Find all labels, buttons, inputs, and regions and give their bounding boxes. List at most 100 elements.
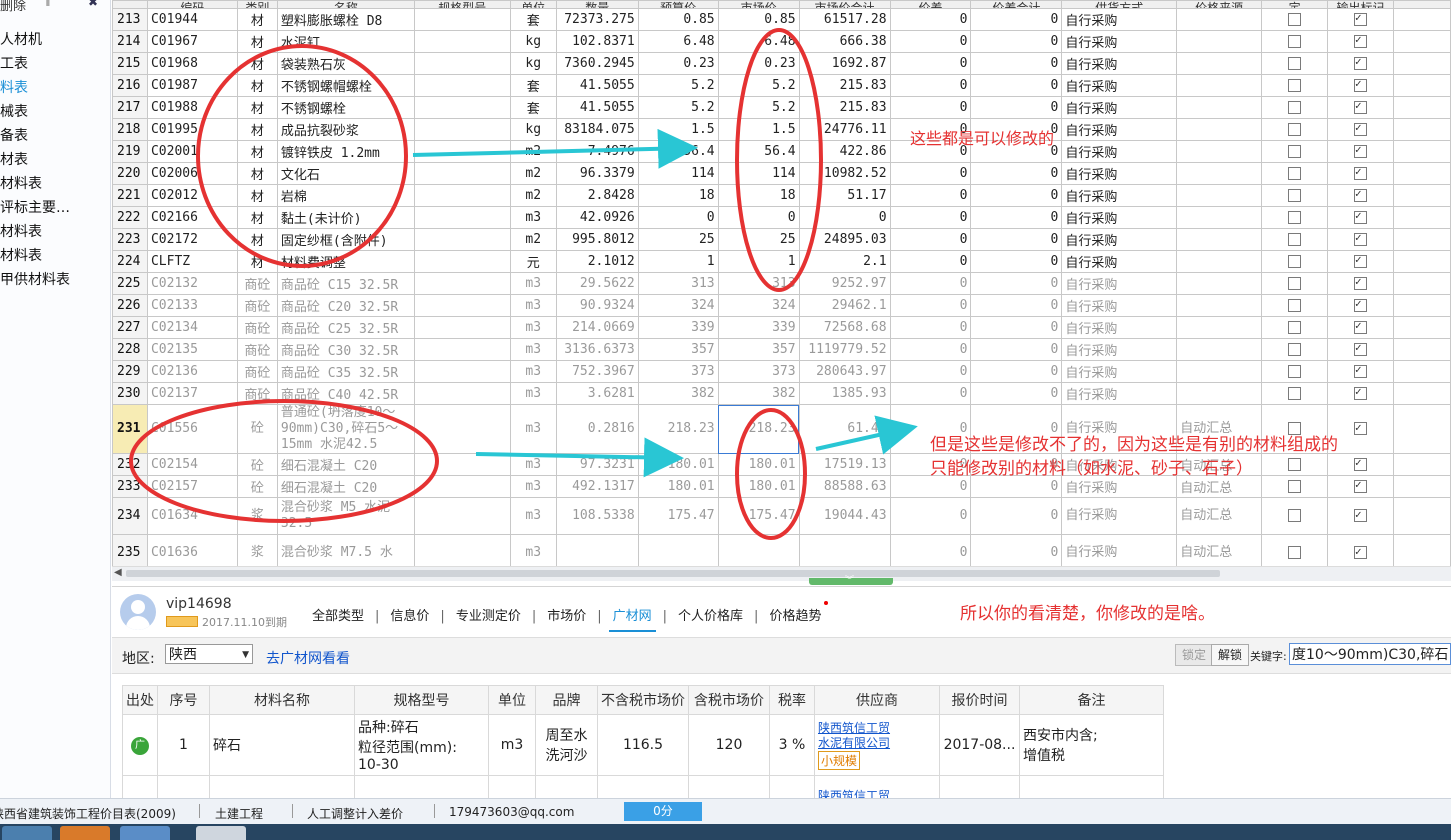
lock-checkbox[interactable] <box>1288 546 1302 559</box>
table-row[interactable]: 233 C02157 砼细石混凝土 C20 m3 492.1317 180.01 180.0… <box>112 475 1451 498</box>
app-icon[interactable] <box>60 826 110 840</box>
column-header[interactable]: 单位 <box>509 0 557 9</box>
cell-market[interactable]: 56.4 <box>717 140 800 163</box>
output-checkbox[interactable] <box>1354 507 1368 523</box>
cell-market[interactable]: 218.23 <box>717 404 800 454</box>
sidebar-item[interactable]: 工表 <box>0 52 110 76</box>
output-checkbox[interactable] <box>1354 297 1368 312</box>
table-row[interactable]: 215 C01968 材袋装熟石灰 kg 7360.2945 0.23 0.23 1692.8… <box>112 52 1451 75</box>
cell-name[interactable]: 细石混凝土 C20 <box>276 475 415 498</box>
supplier-link[interactable]: 陕西筑信工贸 水泥有限公司 <box>818 721 898 751</box>
source-gcw-icon[interactable]: 广 <box>131 736 149 755</box>
sidebar-item[interactable]: 人材机 <box>0 28 110 52</box>
lock-checkbox[interactable] <box>1288 299 1302 312</box>
cell-supply[interactable]: 自行采购 <box>1061 118 1178 141</box>
tab-price-source[interactable]: 全部类型 <box>302 605 374 624</box>
output-checkbox[interactable] <box>1354 385 1368 400</box>
cell-supply[interactable]: 自行采购 <box>1061 360 1178 383</box>
cell-supply[interactable]: 自行采购 <box>1061 316 1178 339</box>
cell-name[interactable]: 商品砼 C20 32.5R <box>276 294 415 317</box>
output-checkbox[interactable] <box>1354 231 1368 246</box>
lock-checkbox[interactable] <box>1288 387 1302 400</box>
sidebar-item[interactable]: 甲供材料表 <box>0 268 110 292</box>
column-header[interactable]: 出处 <box>122 685 158 715</box>
table-row[interactable]: 229 C02136 商砼 商品砼 C35 32.5R m3 752.3967 373 373… <box>112 360 1451 383</box>
lock-checkbox[interactable] <box>1288 509 1302 522</box>
cell-name[interactable]: 固定纱框(含附件) <box>276 228 415 251</box>
column-header[interactable]: 市场价合计 <box>798 0 891 9</box>
cell-budget[interactable]: 373 <box>637 360 719 383</box>
cell-budget[interactable]: 18 <box>637 184 719 207</box>
cell-budget[interactable]: 0.23 <box>637 52 719 75</box>
cell-supply[interactable]: 自行采购 <box>1061 52 1178 75</box>
cell-name[interactable]: 岩棉 <box>276 184 415 207</box>
column-header[interactable]: 不含税市场价 <box>597 685 689 715</box>
cell-market[interactable]: 180.01 <box>717 453 800 476</box>
table-row[interactable]: 226 C02133 商砼 商品砼 C20 32.5R m3 90.9324 324 324 2… <box>112 294 1451 317</box>
column-header[interactable]: 序号 <box>157 685 210 715</box>
output-checkbox[interactable] <box>1354 341 1368 356</box>
lock-checkbox[interactable] <box>1288 422 1302 435</box>
sidebar-item[interactable]: 评标主要… <box>0 196 110 220</box>
cell-supply[interactable]: 自行采购 <box>1061 96 1178 119</box>
cell-name[interactable]: 镀锌铁皮 1.2mm <box>276 140 415 163</box>
cell-supply[interactable]: 自行采购 <box>1061 228 1178 251</box>
goto-gcw-link[interactable]: 去广材网看看 <box>266 648 350 668</box>
cell-supply[interactable]: 自行采购 <box>1061 534 1178 566</box>
column-header[interactable]: 预算价 <box>637 0 719 9</box>
tab-price-source[interactable]: 价格趋势 <box>759 601 831 624</box>
region-select[interactable]: 陕西 ▼ <box>165 644 253 664</box>
column-header[interactable]: 税率 <box>769 685 815 715</box>
column-header[interactable]: 材料名称 <box>209 685 355 715</box>
lock-checkbox[interactable] <box>1288 255 1302 268</box>
column-header[interactable]: 输出标记 <box>1327 0 1394 9</box>
table-row[interactable]: 218 C01995 材成品抗裂砂浆 kg 83184.075 1.5 1.5 24776.1… <box>112 118 1451 141</box>
cell-budget[interactable]: 218.23 <box>637 404 719 454</box>
cell-market[interactable]: 313 <box>717 272 800 295</box>
lock-checkbox[interactable] <box>1288 57 1302 70</box>
cell-budget[interactable]: 180.01 <box>637 475 719 498</box>
cell-budget[interactable] <box>637 534 719 566</box>
output-checkbox[interactable] <box>1354 420 1368 436</box>
cell-name[interactable]: 商品砼 C40 42.5R <box>276 382 415 405</box>
table-row[interactable]: 216 C01987 材不锈钢螺帽螺栓套 41.5055 5.2 5.2 215.83 0 0 自… <box>112 74 1451 97</box>
cell-name[interactable]: 水泥钉 <box>276 30 415 53</box>
column-header[interactable]: 品牌 <box>535 685 598 715</box>
cell-supply[interactable]: 自行采购 <box>1061 30 1178 53</box>
cell-market[interactable] <box>717 534 800 566</box>
cell-budget[interactable]: 5.2 <box>637 96 719 119</box>
lock-checkbox[interactable] <box>1288 233 1302 246</box>
output-checkbox[interactable] <box>1354 99 1368 114</box>
table-row[interactable]: 224 CLFTZ 材材料费调整元 2.1012 1 1 2.1 0 0 自行采购 <box>112 250 1451 273</box>
cell-market[interactable]: 18 <box>717 184 800 207</box>
output-checkbox[interactable] <box>1354 77 1368 92</box>
table-row[interactable]: 225 C02132 商砼 商品砼 C15 32.5R m3 29.5622 313 313 9… <box>112 272 1451 295</box>
cell-supply[interactable]: 自行采购 <box>1061 338 1178 361</box>
cell-budget[interactable]: 0.85 <box>637 8 719 31</box>
output-checkbox[interactable] <box>1354 456 1368 471</box>
cell-budget[interactable]: 0 <box>637 206 719 229</box>
cell-name[interactable]: 普通砼(坍落度10～90mm)C30,碎石5～15mm 水泥42.5 <box>276 404 415 454</box>
output-checkbox[interactable] <box>1354 55 1368 70</box>
lock-checkbox[interactable] <box>1288 480 1302 493</box>
up-arrow-icon[interactable]: ⬆ <box>42 0 54 10</box>
output-checkbox[interactable] <box>1354 187 1368 202</box>
score-badge[interactable]: 0分 <box>624 802 702 821</box>
output-checkbox[interactable] <box>1354 209 1368 224</box>
cell-supply[interactable]: 自行采购 <box>1061 272 1178 295</box>
sidebar-item[interactable]: 材料表 <box>0 220 110 244</box>
output-checkbox[interactable] <box>1354 143 1368 158</box>
column-header[interactable]: 供应商 <box>814 685 940 715</box>
table-row[interactable]: 227 C02134 商砼 商品砼 C25 32.5R m3 214.0669 339 339… <box>112 316 1451 339</box>
output-checkbox[interactable] <box>1354 478 1368 493</box>
cell-budget[interactable]: 324 <box>637 294 719 317</box>
lock-checkbox[interactable] <box>1288 79 1302 92</box>
cell-budget[interactable]: 56.4 <box>637 140 719 163</box>
cell-name[interactable]: 商品砼 C30 32.5R <box>276 338 415 361</box>
cell-supply[interactable]: 自行采购 <box>1061 404 1178 454</box>
cell-supply[interactable]: 自行采购 <box>1061 206 1178 229</box>
lock-checkbox[interactable] <box>1288 321 1302 334</box>
cell-supply[interactable]: 自行采购 <box>1061 294 1178 317</box>
column-header[interactable]: 类别 <box>236 0 278 9</box>
table-row[interactable]: 213 C01944 材塑料膨胀螺栓 D8 套 72373.275 0.85 0.85 615… <box>112 8 1451 31</box>
